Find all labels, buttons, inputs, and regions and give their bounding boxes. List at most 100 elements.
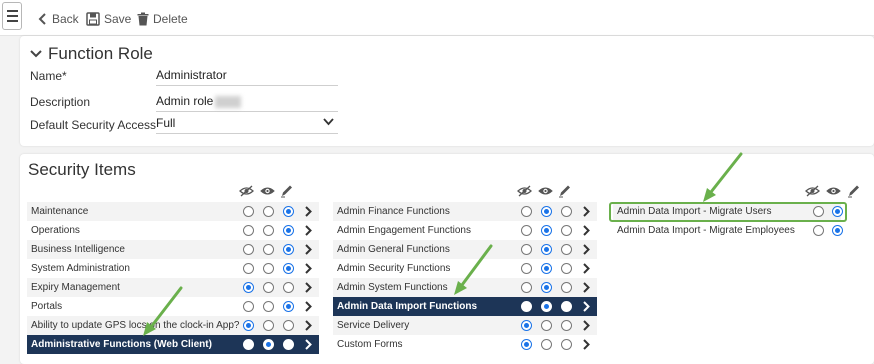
view-radio[interactable] [541, 320, 552, 331]
view-radio[interactable] [541, 206, 552, 217]
security-item-row[interactable]: Administrative Functions (Web Client) [27, 335, 319, 354]
hidden-radio[interactable] [521, 263, 532, 274]
view-radio[interactable] [263, 225, 274, 236]
view-radio[interactable] [263, 263, 274, 274]
security-item-row[interactable]: Ability to update GPS locs on the clock-… [27, 316, 319, 335]
security-item-row[interactable]: Maintenance [27, 202, 319, 221]
hidden-radio[interactable] [521, 225, 532, 236]
chevron-right-icon[interactable] [305, 225, 312, 239]
hidden-radio[interactable] [243, 301, 254, 312]
edit-radio[interactable] [283, 282, 294, 293]
hidden-radio[interactable] [243, 282, 254, 293]
chevron-right-icon[interactable] [583, 301, 590, 315]
back-button[interactable]: Back [38, 10, 79, 28]
edit-radio[interactable] [283, 225, 294, 236]
hamburger-menu-icon[interactable] [2, 2, 22, 30]
view-radio[interactable] [541, 225, 552, 236]
view-radio[interactable] [832, 225, 843, 236]
chevron-right-icon[interactable] [583, 244, 590, 258]
chevron-right-icon[interactable] [305, 206, 312, 220]
hidden-radio[interactable] [243, 206, 254, 217]
view-radio[interactable] [541, 282, 552, 293]
column-header-icons [613, 184, 863, 200]
hidden-radio[interactable] [813, 225, 824, 236]
security-item-row[interactable]: Admin General Functions [333, 240, 597, 259]
edit-radio[interactable] [283, 263, 294, 274]
hidden-radio[interactable] [521, 206, 532, 217]
security-item-row[interactable]: Business Intelligence [27, 240, 319, 259]
edit-radio[interactable] [561, 282, 572, 293]
security-item-label: Admin Engagement Functions [337, 225, 471, 236]
delete-button[interactable]: Delete [137, 10, 188, 28]
hidden-radio[interactable] [243, 320, 254, 331]
edit-radio[interactable] [561, 301, 572, 312]
view-icon [260, 184, 275, 202]
view-radio[interactable] [263, 282, 274, 293]
chevron-right-icon[interactable] [305, 339, 312, 353]
security-item-row[interactable]: Admin Security Functions [333, 259, 597, 278]
function-role-header[interactable]: Function Role [30, 44, 153, 64]
edit-radio[interactable] [283, 320, 294, 331]
edit-radio[interactable] [561, 320, 572, 331]
chevron-right-icon[interactable] [305, 320, 312, 334]
hidden-radio[interactable] [243, 244, 254, 255]
hidden-radio[interactable] [521, 320, 532, 331]
hidden-radio[interactable] [521, 282, 532, 293]
security-item-row[interactable]: Portals [27, 297, 319, 316]
chevron-right-icon[interactable] [583, 206, 590, 220]
edit-radio[interactable] [561, 263, 572, 274]
chevron-right-icon[interactable] [583, 225, 590, 239]
security-item-row[interactable]: Operations [27, 221, 319, 240]
chevron-right-icon[interactable] [583, 320, 590, 334]
view-radio[interactable] [541, 339, 552, 350]
security-item-row[interactable]: System Administration [27, 259, 319, 278]
security-item-label: Admin System Functions [337, 282, 448, 293]
hidden-radio[interactable] [243, 339, 254, 350]
hidden-radio[interactable] [243, 263, 254, 274]
save-button[interactable]: Save [86, 10, 131, 28]
view-radio[interactable] [263, 320, 274, 331]
edit-radio[interactable] [561, 244, 572, 255]
edit-radio[interactable] [561, 225, 572, 236]
chevron-right-icon[interactable] [305, 301, 312, 315]
name-label: Name* [30, 69, 67, 83]
trash-icon [137, 12, 149, 26]
view-radio[interactable] [541, 301, 552, 312]
security-item-row[interactable]: Admin System Functions [333, 278, 597, 297]
edit-radio[interactable] [561, 206, 572, 217]
hidden-radio[interactable] [521, 244, 532, 255]
chevron-right-icon[interactable] [305, 282, 312, 296]
function-role-card: Function Role Name* Administrator Descri… [20, 36, 874, 146]
security-item-row[interactable]: Admin Engagement Functions [333, 221, 597, 240]
security-item-row[interactable]: Admin Data Import Functions [333, 297, 597, 316]
security-item-row[interactable]: Admin Finance Functions [333, 202, 597, 221]
hidden-radio[interactable] [521, 339, 532, 350]
security-item-row[interactable]: Expiry Management [27, 278, 319, 297]
edit-radio[interactable] [561, 339, 572, 350]
edit-radio[interactable] [283, 301, 294, 312]
view-radio[interactable] [541, 263, 552, 274]
view-radio[interactable] [541, 244, 552, 255]
default-security-select[interactable]: Full [156, 114, 338, 134]
chevron-right-icon[interactable] [583, 263, 590, 277]
chevron-right-icon[interactable] [583, 282, 590, 296]
chevron-right-icon[interactable] [305, 244, 312, 258]
view-radio[interactable] [263, 206, 274, 217]
chevron-right-icon[interactable] [305, 263, 312, 277]
edit-radio[interactable] [283, 206, 294, 217]
security-items-card: Security Items Maintenance Operations Busi… [20, 154, 874, 364]
view-radio[interactable] [263, 339, 274, 350]
security-item-row[interactable]: Custom Forms [333, 335, 597, 354]
hidden-radio[interactable] [521, 301, 532, 312]
security-item-row[interactable]: Admin Data Import - Migrate Employees [613, 221, 843, 240]
chevron-right-icon[interactable] [583, 339, 590, 353]
view-radio[interactable] [263, 301, 274, 312]
name-input[interactable]: Administrator [156, 66, 338, 86]
security-item-row[interactable]: Service Delivery [333, 316, 597, 335]
description-input[interactable]: Admin role [156, 92, 338, 112]
hidden-radio[interactable] [243, 225, 254, 236]
top-toolbar: Back Save Delete [0, 0, 874, 36]
view-radio[interactable] [263, 244, 274, 255]
edit-radio[interactable] [283, 244, 294, 255]
edit-radio[interactable] [283, 339, 294, 350]
